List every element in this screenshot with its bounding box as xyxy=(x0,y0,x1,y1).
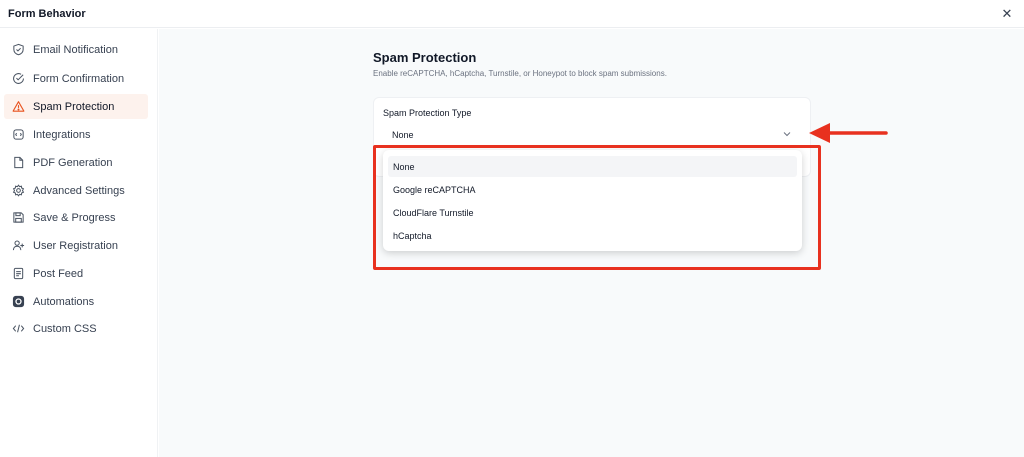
page-title: Spam Protection xyxy=(373,50,477,65)
sidebar-item-automations[interactable]: Automations xyxy=(4,289,148,314)
code-icon xyxy=(11,322,25,336)
sidebar-item-label: Post Feed xyxy=(33,267,84,280)
gear-icon xyxy=(11,184,25,198)
document-icon xyxy=(11,156,25,170)
option-label: Google reCAPTCHA xyxy=(393,185,476,195)
user-plus-icon xyxy=(11,239,25,253)
sidebar-item-label: Email Notification xyxy=(33,43,118,56)
sidebar-item-pdf-generation[interactable]: PDF Generation xyxy=(4,150,148,175)
sidebar-item-user-registration[interactable]: User Registration xyxy=(4,233,148,258)
sidebar-item-label: Spam Protection xyxy=(33,100,115,113)
select-value: None xyxy=(392,130,414,140)
sidebar-item-label: Save & Progress xyxy=(33,211,116,224)
sidebar-item-label: Integrations xyxy=(33,128,91,141)
field-label: Spam Protection Type xyxy=(383,108,472,118)
dropdown-option-hcaptcha[interactable]: hCaptcha xyxy=(388,225,797,246)
sidebar-item-custom-css[interactable]: Custom CSS xyxy=(4,316,148,341)
option-label: CloudFlare Turnstile xyxy=(393,208,474,218)
post-feed-icon xyxy=(11,267,25,281)
floppy-disk-icon xyxy=(11,211,25,225)
sidebar-item-save-progress[interactable]: Save & Progress xyxy=(4,205,148,230)
dropdown-menu: None Google reCAPTCHA CloudFlare Turnsti… xyxy=(383,150,802,251)
sidebar-item-email-notification[interactable]: Email Notification xyxy=(4,37,148,62)
sidebar-item-label: Advanced Settings xyxy=(33,184,125,197)
sidebar-item-label: User Registration xyxy=(33,239,118,252)
sidebar-item-label: Custom CSS xyxy=(33,322,97,335)
sidebar-item-spam-protection[interactable]: Spam Protection xyxy=(4,94,148,119)
sidebar-item-advanced-settings[interactable]: Advanced Settings xyxy=(4,178,148,203)
shield-check-icon xyxy=(11,43,25,57)
chevron-down-icon xyxy=(783,132,791,137)
sidebar-item-post-feed[interactable]: Post Feed xyxy=(4,261,148,286)
sidebar: Email Notification Form Confirmation Spa… xyxy=(0,29,158,457)
warning-triangle-icon xyxy=(11,100,25,114)
sidebar-item-label: PDF Generation xyxy=(33,156,113,169)
page-description: Enable reCAPTCHA, hCaptcha, Turnstile, o… xyxy=(373,69,667,78)
sidebar-item-label: Form Confirmation xyxy=(33,72,125,85)
close-icon[interactable]: ✕ xyxy=(1000,7,1014,21)
sidebar-item-form-confirmation[interactable]: Form Confirmation xyxy=(4,66,148,91)
dropdown-option-none[interactable]: None xyxy=(388,156,797,177)
spam-protection-type-select[interactable]: None xyxy=(380,123,802,145)
dialog-title: Form Behavior xyxy=(8,8,86,20)
option-label: None xyxy=(393,162,415,172)
dialog-header: Form Behavior ✕ xyxy=(0,0,1024,28)
sidebar-item-integrations[interactable]: Integrations xyxy=(4,122,148,147)
check-circle-icon xyxy=(11,72,25,86)
option-label: hCaptcha xyxy=(393,231,432,241)
sidebar-item-label: Automations xyxy=(33,295,95,308)
integrations-icon xyxy=(11,128,25,142)
automations-icon xyxy=(11,295,25,309)
dropdown-option-google-recaptcha[interactable]: Google reCAPTCHA xyxy=(388,179,797,200)
dropdown-option-cloudflare-turnstile[interactable]: CloudFlare Turnstile xyxy=(388,202,797,223)
